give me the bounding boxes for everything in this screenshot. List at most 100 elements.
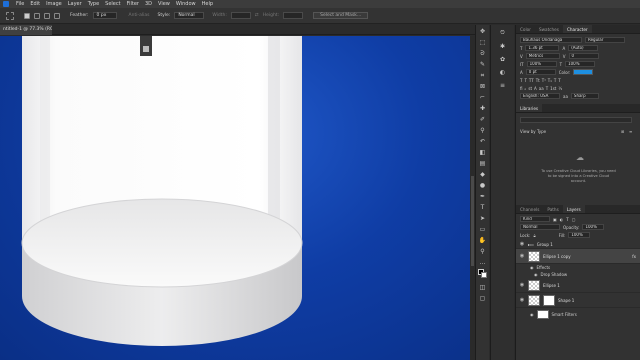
- intersect-selection-icon[interactable]: [54, 12, 60, 19]
- brush-settings-icon[interactable]: ✿: [498, 54, 508, 64]
- document-tab[interactable]: ntitled-1 @ 77.3% (RGB/8#) *: [0, 25, 52, 35]
- layer-row[interactable]: ◉ Ellipse 1 copy fx: [516, 249, 640, 264]
- healing-brush-icon[interactable]: ✚: [478, 104, 487, 113]
- layer-kind-filter[interactable]: Kind: [520, 216, 550, 222]
- marquee-tool-icon[interactable]: ⬚: [478, 38, 487, 47]
- smart-filters-row[interactable]: ◉ Smart Filters: [516, 308, 640, 320]
- zoom-tool-icon[interactable]: ⚲: [478, 247, 487, 256]
- blur-tool-icon[interactable]: ◆: [478, 170, 487, 179]
- layer-row[interactable]: ◉ Shape 1: [516, 293, 640, 308]
- tab-libraries[interactable]: Libraries: [516, 104, 543, 112]
- tab-color[interactable]: Color: [516, 25, 535, 33]
- filter-adjust-icon[interactable]: ◐: [560, 217, 564, 222]
- view-by-type[interactable]: View by Type: [520, 129, 546, 134]
- more-tools-icon[interactable]: …: [478, 258, 487, 267]
- opacity-input[interactable]: 100%: [582, 224, 605, 230]
- marquee-tool-icon[interactable]: [6, 11, 14, 20]
- contextual-icon[interactable]: ℴ: [525, 86, 527, 91]
- brushes-panel-icon[interactable]: ✱: [498, 41, 508, 51]
- filter-type-icon[interactable]: T: [566, 217, 568, 222]
- swap-icon[interactable]: ⇄: [255, 13, 259, 18]
- font-style-select[interactable]: Regular: [585, 37, 625, 43]
- quick-select-icon[interactable]: ✎: [478, 60, 487, 69]
- clone-stamp-icon[interactable]: ⚲: [478, 126, 487, 135]
- brush-tool-icon[interactable]: ✐: [478, 115, 487, 124]
- ordinals-icon[interactable]: 1st: [550, 86, 556, 91]
- adjustments-panel-icon[interactable]: ◐: [498, 67, 508, 77]
- menu-window[interactable]: Window: [173, 0, 199, 8]
- effects-eye-icon[interactable]: ◉: [530, 265, 534, 270]
- properties-panel-icon[interactable]: ≡: [498, 80, 508, 90]
- tab-paths[interactable]: Paths: [543, 205, 562, 213]
- tab-character[interactable]: Character: [562, 25, 592, 33]
- history-panel-icon[interactable]: ⏲: [498, 28, 508, 38]
- history-brush-icon[interactable]: ↶: [478, 137, 487, 146]
- eraser-tool-icon[interactable]: ◧: [478, 148, 487, 157]
- smart-filters-eye-icon[interactable]: ◉: [530, 312, 534, 317]
- hand-tool-icon[interactable]: ✋: [478, 236, 487, 245]
- tracking-select[interactable]: 0: [568, 53, 599, 59]
- kerning-select[interactable]: Metrics: [525, 53, 560, 59]
- type-tool-icon[interactable]: T: [478, 203, 487, 212]
- rectangle-tool-icon[interactable]: ▭: [478, 225, 487, 234]
- blend-mode-select[interactable]: Normal: [520, 224, 560, 230]
- lock-icon[interactable]: 🔒︎: [533, 233, 535, 238]
- fractions-icon[interactable]: ½: [558, 86, 562, 91]
- subtract-selection-icon[interactable]: [44, 12, 50, 19]
- faux-bold-icon[interactable]: T: [520, 78, 522, 83]
- faux-italic-icon[interactable]: T: [524, 78, 526, 83]
- stylistic-icon[interactable]: aa: [539, 86, 544, 91]
- menu-help[interactable]: Help: [199, 0, 216, 8]
- move-tool-icon[interactable]: ✥: [478, 27, 487, 36]
- effects-row[interactable]: ◉ Effects: [516, 264, 640, 271]
- fill-input[interactable]: 100%: [568, 232, 591, 238]
- font-size-input[interactable]: 1.36 pt: [525, 45, 560, 51]
- dodge-tool-icon[interactable]: ●: [478, 181, 487, 190]
- new-selection-icon[interactable]: [24, 12, 30, 19]
- layer-group[interactable]: ◉ ▸▭ Group 1: [516, 240, 640, 249]
- scrollbar-thumb[interactable]: [471, 176, 474, 266]
- antialias-checkbox[interactable]: Anti-alias: [129, 13, 150, 18]
- quick-mask-icon[interactable]: ◫: [478, 283, 487, 292]
- visibility-eye-icon[interactable]: ◉: [519, 282, 525, 288]
- menu-image[interactable]: Image: [43, 0, 65, 8]
- menu-filter[interactable]: Filter: [124, 0, 142, 8]
- tab-swatches[interactable]: Swatches: [535, 25, 563, 33]
- fx-badge[interactable]: fx: [632, 254, 636, 259]
- pen-tool-icon[interactable]: ✒: [478, 192, 487, 201]
- tab-layers[interactable]: Layers: [562, 205, 585, 213]
- underline-icon[interactable]: T: [554, 78, 556, 83]
- strikethrough-icon[interactable]: T: [558, 78, 560, 83]
- leading-input[interactable]: (Auto): [568, 45, 599, 51]
- filter-pixel-icon[interactable]: ▣: [553, 217, 557, 222]
- photoshop-logo-icon[interactable]: [3, 1, 9, 7]
- visibility-eye-icon[interactable]: ◉: [519, 241, 525, 247]
- swash-icon[interactable]: A: [534, 86, 537, 91]
- visibility-eye-icon[interactable]: ◉: [519, 253, 525, 259]
- height-input[interactable]: [283, 12, 304, 19]
- menu-edit[interactable]: Edit: [27, 0, 43, 8]
- font-family-select[interactable]: Bauhaus Ondanaga: [520, 37, 582, 43]
- subscript-icon[interactable]: T₁: [548, 78, 552, 83]
- eyedropper-icon[interactable]: ⌐: [478, 93, 487, 102]
- text-color-swatch[interactable]: [573, 69, 594, 75]
- foreground-color-swatch[interactable]: [478, 269, 487, 281]
- screen-mode-icon[interactable]: ▢: [478, 294, 487, 303]
- baseline-input[interactable]: 0 pt: [525, 69, 556, 75]
- select-and-mask-button[interactable]: Select and Mask...: [313, 12, 369, 19]
- menu-layer[interactable]: Layer: [65, 0, 85, 8]
- menu-3d[interactable]: 3D: [142, 0, 155, 8]
- layer-row[interactable]: ◉ Ellipse 1: [516, 278, 640, 293]
- list-view-icon[interactable]: ≡: [629, 129, 632, 134]
- lasso-tool-icon[interactable]: ᘐ: [478, 49, 487, 58]
- superscript-icon[interactable]: T¹: [542, 78, 546, 83]
- titling-icon[interactable]: T: [546, 86, 548, 91]
- menu-select[interactable]: Select: [102, 0, 123, 8]
- small-caps-icon[interactable]: Tt: [536, 78, 540, 83]
- grid-view-icon[interactable]: ⊞: [621, 129, 624, 134]
- library-select[interactable]: [520, 117, 632, 123]
- antialias-select[interactable]: Sharp: [570, 93, 599, 99]
- visibility-eye-icon[interactable]: ◉: [519, 297, 525, 303]
- horizontal-scale-input[interactable]: 100%: [565, 61, 596, 67]
- gradient-tool-icon[interactable]: ▤: [478, 159, 487, 168]
